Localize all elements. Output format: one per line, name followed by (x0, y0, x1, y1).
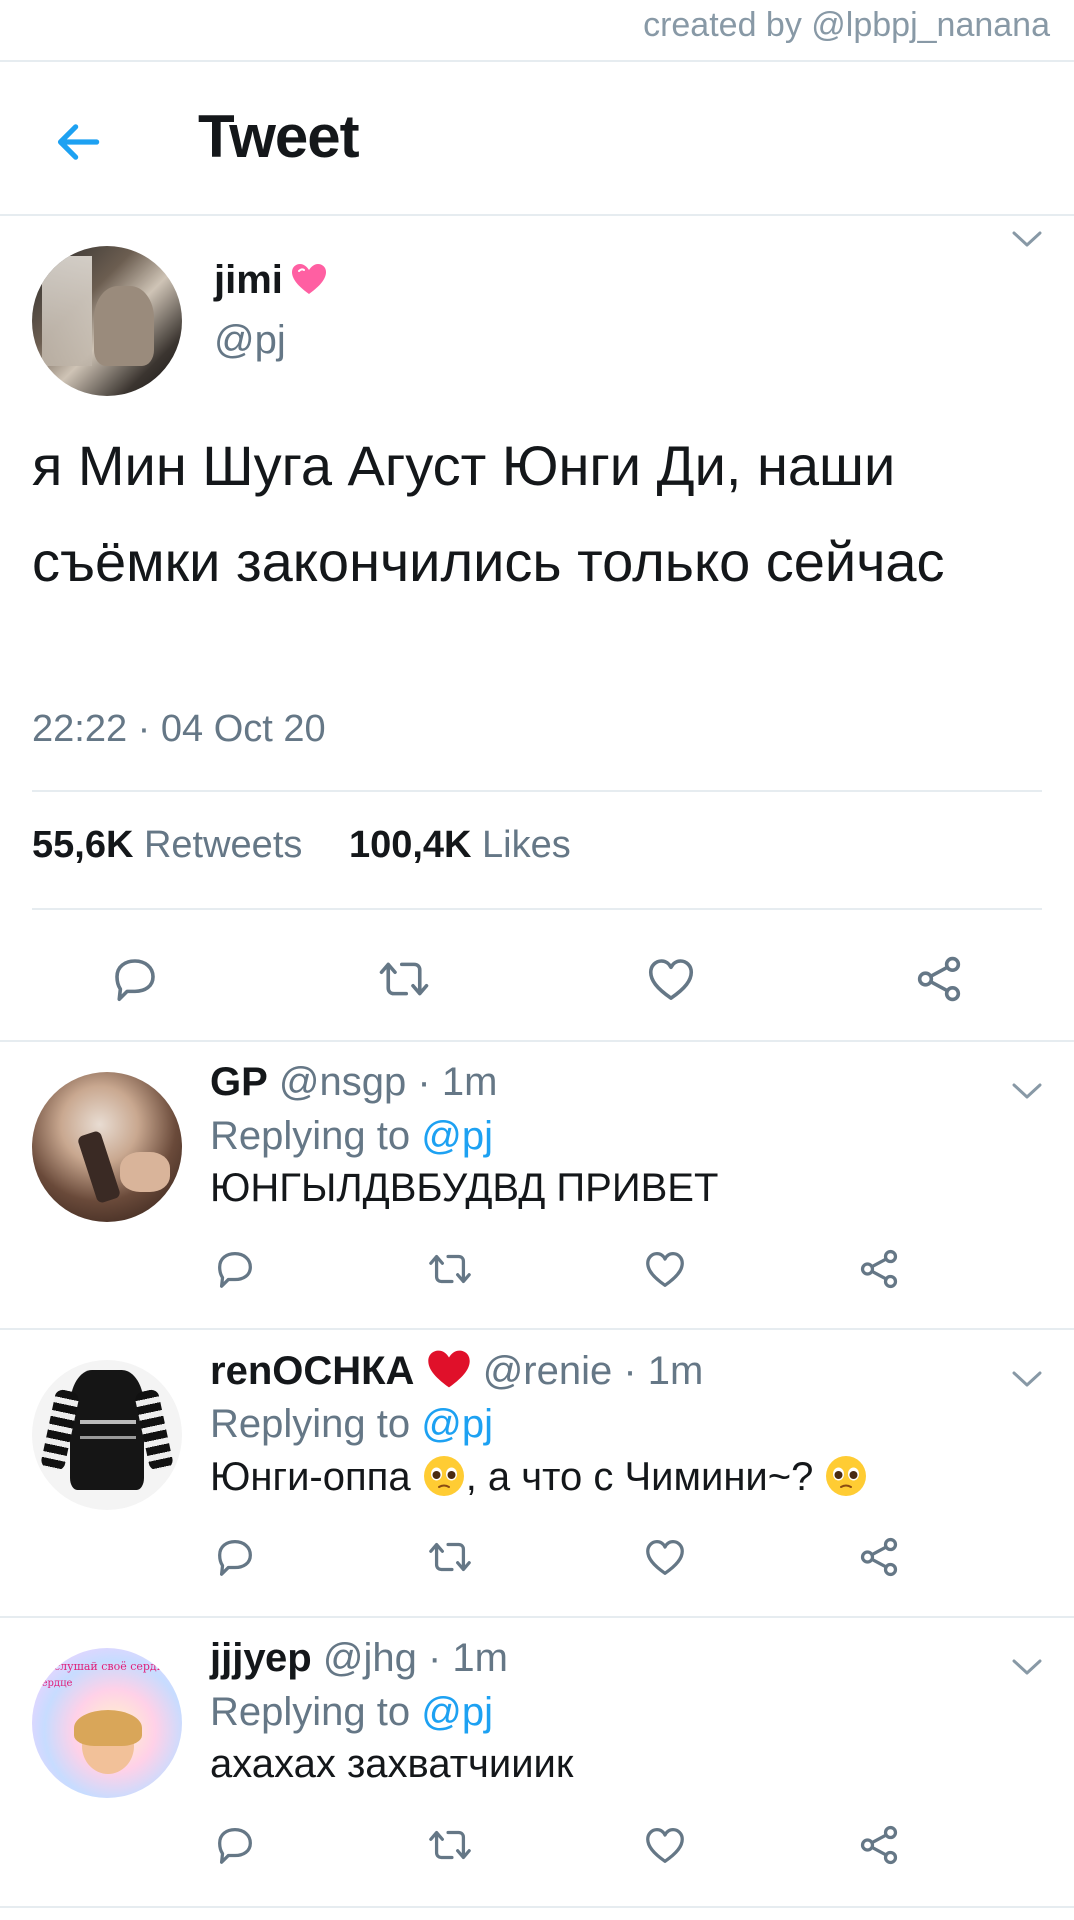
tweet-actions (0, 938, 1074, 1018)
share-icon[interactable] (856, 1822, 902, 1868)
retweet-icon[interactable] (424, 1246, 476, 1292)
replying-label: Replying to (210, 1402, 411, 1446)
reply-header: jjjуер @jhg · 1m (210, 1636, 508, 1681)
reply-author-name[interactable]: renОСНКА (210, 1349, 414, 1393)
credit-text: created by @lpbpj_nanana (643, 6, 1050, 44)
reply-time: · 1m (623, 1349, 704, 1393)
replying-to: Replying to @pj (210, 1690, 493, 1735)
reply-item[interactable]: слушай своё сердце сердце jjjуер @jhg · … (0, 1618, 1074, 1908)
pleading-face-emoji (423, 1456, 464, 1496)
retweet-icon[interactable] (374, 952, 434, 1006)
main-tweet: jimi @pj я Мин Шуга Агуст Юнги Ди, наши … (0, 218, 1074, 1042)
author-name[interactable]: jimi (214, 258, 329, 303)
reply-author-handle[interactable]: @jhg (323, 1636, 417, 1680)
back-arrow-icon[interactable] (50, 114, 106, 170)
like-icon[interactable] (642, 1246, 688, 1292)
chevron-down-icon[interactable] (1010, 1656, 1044, 1678)
chevron-down-icon[interactable] (1010, 1080, 1044, 1102)
reply-author-handle[interactable]: @nsgp (279, 1060, 406, 1104)
likes-stat[interactable]: 100,4K Likes (349, 824, 571, 867)
likes-label: Likes (482, 824, 571, 866)
pleading-face-emoji (826, 1456, 867, 1496)
like-icon[interactable] (642, 1822, 688, 1868)
avatar[interactable] (32, 1072, 182, 1222)
tweet-text: я Мин Шуга Агуст Юнги Ди, наши съёмки за… (32, 434, 945, 593)
page-title: Tweet (198, 103, 360, 170)
chevron-down-icon[interactable] (1010, 228, 1044, 250)
like-icon[interactable] (644, 952, 698, 1006)
reply-text: ЮНГЫЛДВБУДВД ПРИВЕТ (210, 1166, 719, 1210)
likes-count: 100,4K (348, 824, 472, 866)
reply-time: · 1m (417, 1060, 498, 1104)
replying-to: Replying to @pj (210, 1114, 493, 1159)
reply-icon[interactable] (108, 952, 162, 1006)
reply-icon[interactable] (212, 1822, 258, 1868)
tweet-stats: 55,6K Retweets 100,4K Likes (32, 824, 607, 867)
reply-text: ахахах захватчииик (210, 1742, 574, 1786)
reply-text-part-a: Юнги-оппа (210, 1455, 411, 1499)
reply-author-handle[interactable]: @renie (483, 1349, 613, 1393)
avatar-caption: слушай своё сердце (54, 1660, 171, 1673)
sparkling-heart-icon (291, 264, 326, 294)
tweet-timestamp[interactable]: 22:22 · 04 Oct 20 (32, 708, 326, 751)
reply-icon[interactable] (212, 1534, 258, 1580)
retweets-count: 55,6K (32, 824, 134, 866)
share-icon[interactable] (856, 1534, 902, 1580)
divider (32, 790, 1042, 792)
reply-icon[interactable] (212, 1246, 258, 1292)
reply-text-part-b: , а что с Чимини~? (465, 1455, 814, 1499)
replying-to: Replying to @pj (210, 1402, 493, 1447)
chevron-down-icon[interactable] (1010, 1368, 1044, 1390)
share-icon[interactable] (856, 1246, 902, 1292)
replying-label: Replying to (210, 1114, 411, 1158)
reply-author-name[interactable]: jjjуер (210, 1636, 312, 1680)
reply-actions (0, 1530, 1074, 1590)
like-icon[interactable] (642, 1534, 688, 1580)
reply-item[interactable]: GP @nsgp · 1m Replying to @pj ЮНГЫЛДВБУД… (0, 1042, 1074, 1330)
avatar[interactable]: слушай своё сердце сердце (32, 1648, 182, 1798)
author-handle[interactable]: @pj (214, 318, 286, 363)
reply-item[interactable]: renОСНКА @renie · 1m Replying to @pj Юнг… (0, 1330, 1074, 1618)
reply-header: renОСНКА @renie · 1m (210, 1348, 703, 1394)
author-name-text: jimi (214, 258, 283, 302)
avatar[interactable] (32, 246, 182, 396)
reply-text: Юнги-оппа , а что с Чимини~? (210, 1454, 868, 1500)
reply-time: · 1m (427, 1636, 508, 1680)
avatar[interactable] (32, 1360, 182, 1510)
retweet-icon[interactable] (424, 1534, 476, 1580)
reply-header: GP @nsgp · 1m (210, 1060, 497, 1105)
retweet-icon[interactable] (424, 1822, 476, 1868)
divider (32, 908, 1042, 910)
replying-handle-link[interactable]: @pj (421, 1402, 493, 1446)
reply-author-name[interactable]: GP (210, 1060, 268, 1104)
retweets-label: Retweets (143, 824, 303, 866)
replying-label: Replying to (210, 1690, 411, 1734)
replying-handle-link[interactable]: @pj (421, 1690, 493, 1734)
replying-handle-link[interactable]: @pj (421, 1114, 493, 1158)
red-heart-emoji (427, 1350, 470, 1388)
reply-actions (0, 1818, 1074, 1878)
share-icon[interactable] (912, 952, 966, 1006)
avatar-caption: сердце (36, 1678, 73, 1689)
reply-actions (0, 1242, 1074, 1302)
retweets-stat[interactable]: 55,6K Retweets (32, 824, 302, 867)
app-header: Tweet (0, 62, 1074, 216)
